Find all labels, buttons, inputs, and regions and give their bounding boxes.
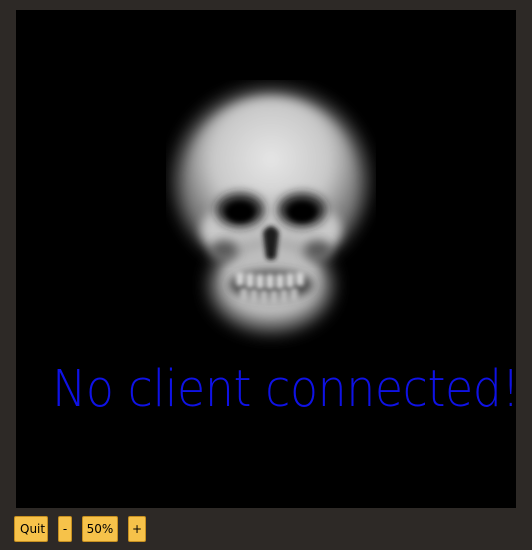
- zoom-in-button[interactable]: +: [128, 516, 146, 542]
- no-client-status-message: No client connected!: [52, 360, 516, 419]
- skull-icon: [166, 80, 376, 350]
- zoom-level-button[interactable]: 50%: [82, 516, 118, 542]
- viewer-controls: Quit - 50% +: [14, 516, 146, 542]
- remote-display-viewport: No client connected!: [16, 10, 516, 508]
- zoom-out-button[interactable]: -: [58, 516, 72, 542]
- quit-button[interactable]: Quit: [14, 516, 48, 542]
